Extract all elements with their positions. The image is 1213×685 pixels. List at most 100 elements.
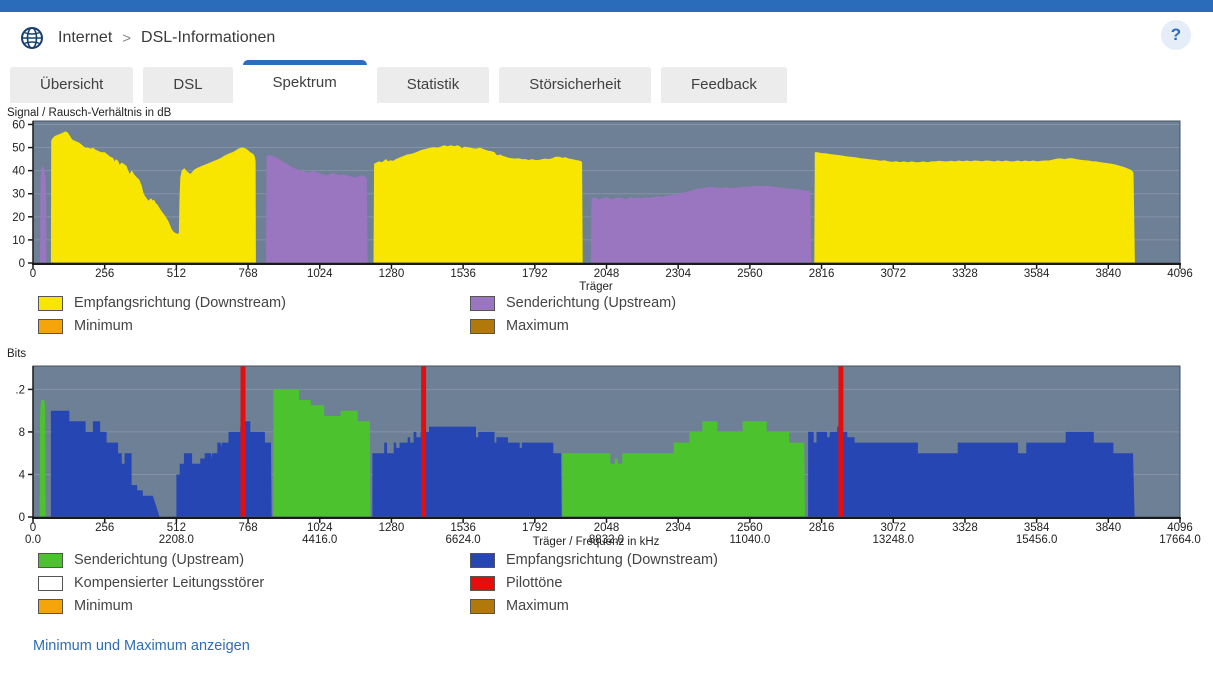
svg-text:2048: 2048 [594, 268, 620, 280]
tab-uebersicht[interactable]: Übersicht [10, 67, 133, 103]
svg-text:30: 30 [12, 189, 25, 201]
tab-spektrum[interactable]: Spektrum [243, 60, 367, 103]
legend-item-maximum: Maximum [470, 598, 1213, 614]
svg-text:3072: 3072 [880, 268, 906, 280]
svg-text:4: 4 [19, 469, 26, 481]
page-title: DSL-Informationen [141, 29, 275, 47]
svg-text:2304: 2304 [665, 522, 691, 534]
minimum-swatch [38, 319, 63, 334]
svg-text:2560: 2560 [737, 268, 763, 280]
legend-label: Empfangsrichtung (Downstream) [74, 295, 286, 311]
breadcrumb: Internet > DSL-Informationen ? [0, 12, 1213, 60]
svg-text:1280: 1280 [379, 522, 405, 534]
svg-text:17664.0: 17664.0 [1159, 534, 1201, 546]
svg-text:6624.0: 6624.0 [446, 534, 481, 546]
snr-legend: Empfangsrichtung (Downstream) Minimum Se… [38, 295, 1213, 334]
svg-text:256: 256 [95, 522, 114, 534]
upstream-swatch [38, 553, 63, 568]
svg-text:10: 10 [12, 235, 25, 247]
legend-item-maximum: Maximum [470, 318, 1213, 334]
svg-text:40: 40 [12, 166, 25, 178]
legend-item-kompensierter: Kompensierter Leitungsstörer [38, 575, 470, 591]
legend-label: Empfangsrichtung (Downstream) [506, 552, 718, 568]
bits-chart: 0 4 8 .2 0 256 512 768 1024 1280 1536 1792 2048 2304 2… [0, 344, 1213, 550]
svg-text:Träger: Träger [579, 281, 613, 293]
svg-text:2208.0: 2208.0 [159, 534, 194, 546]
svg-text:1536: 1536 [450, 522, 476, 534]
svg-text:60: 60 [12, 119, 25, 131]
tab-stoersicherheit[interactable]: Störsicherheit [499, 67, 651, 103]
svg-text:0: 0 [19, 512, 25, 524]
svg-text:11040.0: 11040.0 [730, 534, 771, 546]
pilottoene-swatch [470, 576, 495, 591]
legend-label: Maximum [506, 598, 569, 614]
svg-text:8: 8 [19, 427, 25, 439]
svg-text:768: 768 [238, 268, 257, 280]
svg-text:256: 256 [95, 268, 114, 280]
svg-text:3840: 3840 [1096, 268, 1122, 280]
svg-text:Bits: Bits [7, 348, 26, 360]
legend-item-upstream: Senderichtung (Upstream) [38, 552, 470, 568]
svg-text:0.0: 0.0 [25, 534, 41, 546]
legend-label: Kompensierter Leitungsstörer [74, 575, 264, 591]
svg-text:1024: 1024 [307, 268, 333, 280]
legend-label: Senderichtung (Upstream) [506, 295, 676, 311]
svg-text:1792: 1792 [522, 268, 548, 280]
svg-text:1280: 1280 [379, 268, 405, 280]
spektrum-content: 0102030405060025651276810241280153617922… [0, 103, 1213, 655]
legend-label: Pilottöne [506, 575, 562, 591]
svg-text:0: 0 [19, 258, 25, 270]
legend-item-upstream: Senderichtung (Upstream) [470, 295, 1213, 311]
svg-text:3328: 3328 [952, 522, 978, 534]
svg-text:4096: 4096 [1167, 522, 1193, 534]
chevron-right-icon: > [122, 30, 131, 47]
svg-text:1536: 1536 [450, 268, 476, 280]
svg-text:512: 512 [167, 522, 186, 534]
svg-text:512: 512 [167, 268, 186, 280]
svg-text:1024: 1024 [307, 522, 333, 534]
legend-label: Senderichtung (Upstream) [74, 552, 244, 568]
tab-statistik[interactable]: Statistik [377, 67, 490, 103]
snr-chart: 0 10 20 30 40 50 60 0 256 512 768 1024 1280 1536 1792 2… [0, 103, 1213, 293]
kompensierter-swatch [38, 576, 63, 591]
svg-text:0: 0 [30, 268, 36, 280]
upstream-swatch [470, 296, 495, 311]
downstream-swatch [470, 553, 495, 568]
globe-icon [20, 26, 44, 50]
svg-text:1792: 1792 [522, 522, 548, 534]
svg-text:Signal / Rausch-Verhältnis in: Signal / Rausch-Verhältnis in dB [7, 107, 172, 119]
legend-label: Maximum [506, 318, 569, 334]
svg-text:3328: 3328 [952, 268, 978, 280]
svg-text:50: 50 [12, 143, 25, 155]
svg-text:4096: 4096 [1167, 268, 1193, 280]
svg-text:13248.0: 13248.0 [872, 534, 914, 546]
minimum-swatch [38, 599, 63, 614]
tab-dsl[interactable]: DSL [143, 67, 232, 103]
svg-text:768: 768 [238, 522, 257, 534]
legend-item-downstream: Empfangsrichtung (Downstream) [38, 295, 470, 311]
svg-text:15456.0: 15456.0 [1016, 534, 1058, 546]
svg-text:2816: 2816 [809, 522, 835, 534]
svg-text:3584: 3584 [1024, 522, 1050, 534]
downstream-swatch [38, 296, 63, 311]
svg-text:2048: 2048 [594, 522, 620, 534]
svg-text:3072: 3072 [880, 522, 906, 534]
svg-text:3584: 3584 [1024, 268, 1050, 280]
svg-text:.2: .2 [15, 384, 25, 396]
legend-item-pilottoene: Pilottöne [470, 575, 1213, 591]
svg-text:20: 20 [12, 212, 25, 224]
svg-text:0: 0 [30, 522, 36, 534]
legend-label: Minimum [74, 598, 133, 614]
maximum-swatch [470, 599, 495, 614]
tab-feedback[interactable]: Feedback [661, 67, 787, 103]
svg-text:Träger / Frequenz in kHz: Träger / Frequenz in kHz [533, 536, 660, 548]
dsl-informationen-page: Internet > DSL-Informationen ? Übersicht… [0, 0, 1213, 685]
svg-text:2560: 2560 [737, 522, 763, 534]
minimum-maximum-link[interactable]: Minimum und Maximum anzeigen [33, 638, 250, 654]
top-accent-bar [0, 0, 1213, 12]
breadcrumb-section[interactable]: Internet [58, 29, 112, 47]
help-button[interactable]: ? [1161, 20, 1191, 50]
legend-label: Minimum [74, 318, 133, 334]
maximum-swatch [470, 319, 495, 334]
svg-text:4416.0: 4416.0 [302, 534, 337, 546]
